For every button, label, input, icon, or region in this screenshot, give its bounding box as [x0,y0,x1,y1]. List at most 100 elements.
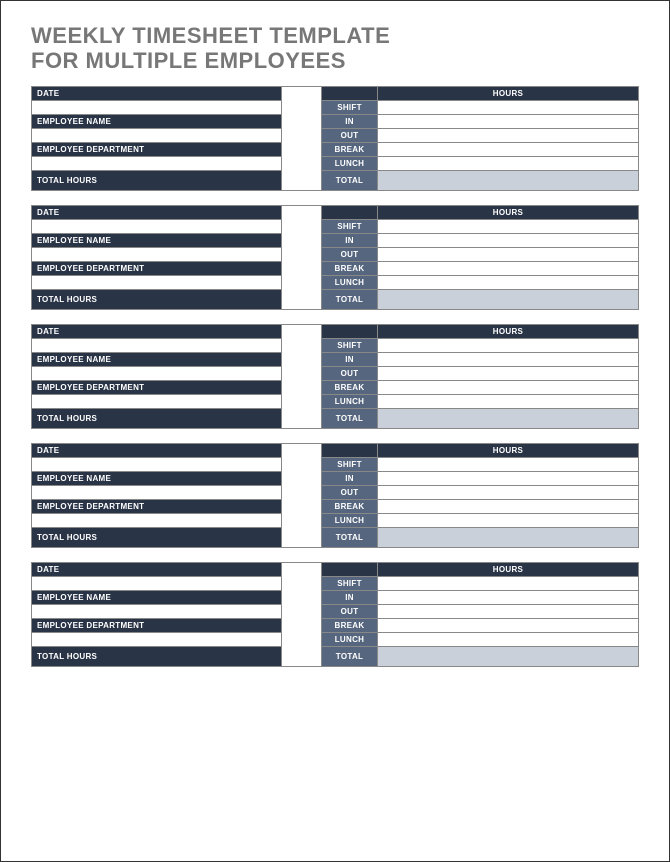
value-in[interactable] [378,352,639,366]
gap [282,380,322,394]
value-employee-department[interactable] [32,156,282,170]
value-employee-name[interactable] [32,604,282,618]
timesheet-block: DATE HOURS SHIFT EMPLOYEE NAME IN OUT EM… [31,324,639,429]
label-total: TOTAL [322,408,378,428]
value-shift[interactable] [378,100,639,114]
label-in: IN [322,471,378,485]
label-break: BREAK [322,142,378,156]
label-break: BREAK [322,618,378,632]
value-lunch[interactable] [378,275,639,289]
value-out[interactable] [378,604,639,618]
value-in[interactable] [378,114,639,128]
value-total[interactable] [378,170,639,190]
timesheet-table: DATE HOURS SHIFT EMPLOYEE NAME IN OUT EM… [31,324,639,429]
gap [282,443,322,457]
value-break[interactable] [378,499,639,513]
label-hours: HOURS [378,562,639,576]
gap [282,485,322,499]
label-employee-name: EMPLOYEE NAME [32,471,282,485]
value-break[interactable] [378,142,639,156]
value-out[interactable] [378,247,639,261]
label-employee-department: EMPLOYEE DEPARTMENT [32,499,282,513]
value-out[interactable] [378,485,639,499]
label-total-hours: TOTAL HOURS [32,408,282,428]
value-employee-name[interactable] [32,366,282,380]
value-shift[interactable] [378,219,639,233]
value-employee-department[interactable] [32,275,282,289]
gap [282,352,322,366]
label-employee-name: EMPLOYEE NAME [32,114,282,128]
label-in: IN [322,590,378,604]
gap [282,233,322,247]
gap [282,128,322,142]
label-in: IN [322,233,378,247]
value-lunch[interactable] [378,513,639,527]
value-out[interactable] [378,366,639,380]
value-shift[interactable] [378,576,639,590]
timesheet-block: DATE HOURS SHIFT EMPLOYEE NAME IN OUT EM… [31,443,639,548]
gap [282,408,322,428]
timesheet-block: DATE HOURS SHIFT EMPLOYEE NAME IN OUT EM… [31,205,639,310]
gap [282,219,322,233]
value-total[interactable] [378,646,639,666]
value-shift[interactable] [378,338,639,352]
value-date[interactable] [32,338,282,352]
value-in[interactable] [378,471,639,485]
value-break[interactable] [378,380,639,394]
label-total-hours: TOTAL HOURS [32,289,282,309]
gap [282,604,322,618]
label-out: OUT [322,128,378,142]
label-lunch: LUNCH [322,275,378,289]
label-date: DATE [32,205,282,219]
value-date[interactable] [32,219,282,233]
value-lunch[interactable] [378,632,639,646]
gap [282,205,322,219]
label-total: TOTAL [322,289,378,309]
value-employee-department[interactable] [32,394,282,408]
value-lunch[interactable] [378,394,639,408]
value-break[interactable] [378,261,639,275]
page-title: WEEKLY TIMESHEET TEMPLATE FOR MULTIPLE E… [31,23,639,74]
timesheet-block: DATE HOURS SHIFT EMPLOYEE NAME IN OUT EM… [31,86,639,191]
value-shift[interactable] [378,457,639,471]
label-total: TOTAL [322,646,378,666]
gap [282,100,322,114]
timesheet-table: DATE HOURS SHIFT EMPLOYEE NAME IN OUT EM… [31,443,639,548]
value-in[interactable] [378,233,639,247]
value-employee-department[interactable] [32,513,282,527]
value-employee-name[interactable] [32,247,282,261]
value-lunch[interactable] [378,156,639,170]
label-total-hours: TOTAL HOURS [32,646,282,666]
value-in[interactable] [378,590,639,604]
timesheet-block: DATE HOURS SHIFT EMPLOYEE NAME IN OUT EM… [31,562,639,667]
value-out[interactable] [378,128,639,142]
value-date[interactable] [32,457,282,471]
timesheet-table: DATE HOURS SHIFT EMPLOYEE NAME IN OUT EM… [31,205,639,310]
label-in: IN [322,114,378,128]
label-out: OUT [322,247,378,261]
gap [282,366,322,380]
label-hours: HOURS [378,324,639,338]
gap-dark [322,443,378,457]
gap [282,86,322,100]
label-total: TOTAL [322,170,378,190]
value-employee-name[interactable] [32,485,282,499]
value-break[interactable] [378,618,639,632]
value-date[interactable] [32,100,282,114]
gap [282,247,322,261]
value-employee-name[interactable] [32,128,282,142]
label-lunch: LUNCH [322,394,378,408]
value-total[interactable] [378,527,639,547]
value-total[interactable] [378,289,639,309]
gap [282,632,322,646]
label-total-hours: TOTAL HOURS [32,527,282,547]
label-total: TOTAL [322,527,378,547]
gap [282,114,322,128]
value-total[interactable] [378,408,639,428]
value-date[interactable] [32,576,282,590]
gap [282,576,322,590]
gap [282,513,322,527]
label-out: OUT [322,366,378,380]
label-break: BREAK [322,261,378,275]
value-employee-department[interactable] [32,632,282,646]
